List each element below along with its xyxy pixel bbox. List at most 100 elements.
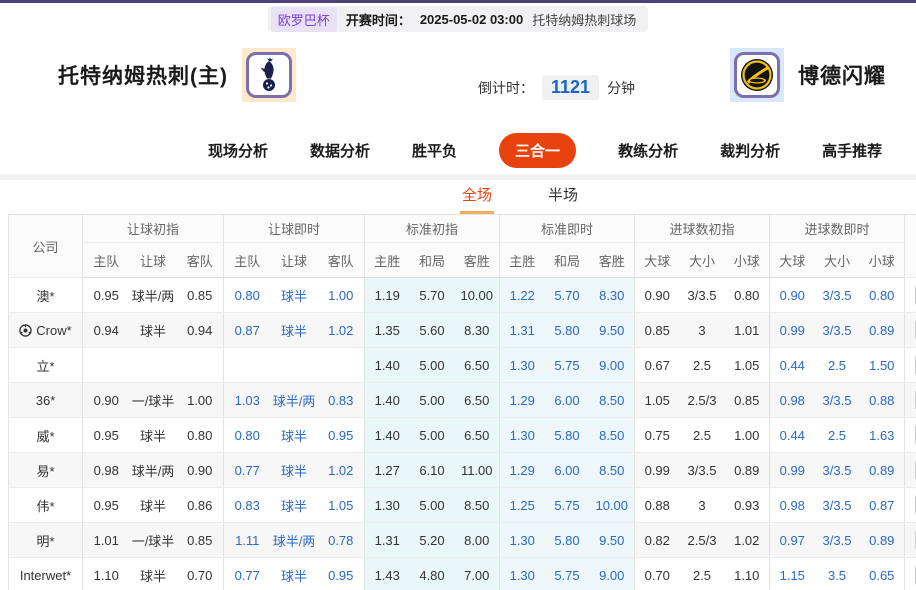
- odds-cell[interactable]: 0.80: [860, 278, 905, 313]
- odds-cell[interactable]: 0.85: [635, 313, 680, 348]
- odds-cell[interactable]: 8.00: [455, 523, 500, 558]
- odds-cell[interactable]: 0.89: [860, 523, 905, 558]
- odds-cell[interactable]: 0.95: [318, 418, 365, 453]
- odds-cell[interactable]: 3/3.5: [815, 383, 860, 418]
- odds-cell[interactable]: 0.95: [83, 418, 130, 453]
- odds-cell[interactable]: 4.80: [410, 558, 455, 590]
- odds-cell[interactable]: 1.10: [725, 558, 770, 590]
- odds-cell[interactable]: 5.75: [545, 488, 590, 523]
- odds-cell[interactable]: 0.80: [224, 418, 271, 453]
- odds-cell[interactable]: 球半: [271, 558, 318, 590]
- company-cell[interactable]: 36*: [9, 383, 83, 418]
- odds-cell[interactable]: 5.20: [410, 523, 455, 558]
- odds-cell[interactable]: 0.82: [635, 523, 680, 558]
- odds-cell[interactable]: 球半: [271, 313, 318, 348]
- odds-cell[interactable]: 0.44: [770, 348, 815, 383]
- odds-cell[interactable]: 1.30: [365, 488, 410, 523]
- odds-cell[interactable]: 1.03: [224, 383, 271, 418]
- odds-cell[interactable]: 0.85: [177, 523, 224, 558]
- odds-cell[interactable]: 0.85: [177, 278, 224, 313]
- odds-cell[interactable]: 5.00: [410, 383, 455, 418]
- odds-cell[interactable]: 0.78: [318, 523, 365, 558]
- odds-cell[interactable]: 1.05: [725, 348, 770, 383]
- odds-cell[interactable]: 6.00: [545, 453, 590, 488]
- odds-cell[interactable]: 0.87: [860, 488, 905, 523]
- odds-cell[interactable]: 6.50: [455, 348, 500, 383]
- nav-tab[interactable]: 教练分析: [618, 140, 678, 161]
- odds-cell[interactable]: [271, 348, 318, 383]
- odds-cell[interactable]: 3/3.5: [815, 313, 860, 348]
- odds-cell[interactable]: 6.10: [410, 453, 455, 488]
- odds-cell[interactable]: 0.77: [224, 558, 271, 590]
- odds-cell[interactable]: 0.98: [770, 383, 815, 418]
- odds-cell[interactable]: 8.30: [590, 278, 635, 313]
- odds-cell[interactable]: 1.30: [500, 558, 545, 590]
- odds-cell[interactable]: 1.10: [83, 558, 130, 590]
- odds-cell[interactable]: 7.00: [455, 558, 500, 590]
- odds-cell[interactable]: 1.31: [500, 313, 545, 348]
- odds-cell[interactable]: 11.00: [455, 453, 500, 488]
- odds-cell[interactable]: 8.50: [590, 418, 635, 453]
- odds-cell[interactable]: 3/3.5: [815, 523, 860, 558]
- odds-cell[interactable]: 0.77: [224, 453, 271, 488]
- odds-cell[interactable]: 0.80: [725, 278, 770, 313]
- odds-cell[interactable]: 1.30: [500, 523, 545, 558]
- odds-cell[interactable]: 0.94: [83, 313, 130, 348]
- odds-cell[interactable]: 2.5: [680, 558, 725, 590]
- odds-cell[interactable]: 1.00: [725, 418, 770, 453]
- odds-cell[interactable]: 0.80: [177, 418, 224, 453]
- odds-cell[interactable]: 球半: [271, 488, 318, 523]
- odds-cell[interactable]: 0.90: [177, 453, 224, 488]
- odds-cell[interactable]: 0.90: [635, 278, 680, 313]
- odds-cell[interactable]: 3/3.5: [815, 453, 860, 488]
- odds-cell[interactable]: 球半/两: [130, 453, 177, 488]
- odds-cell[interactable]: 0.95: [83, 488, 130, 523]
- nav-tab[interactable]: 现场分析: [208, 140, 268, 161]
- odds-cell[interactable]: 0.75: [635, 418, 680, 453]
- odds-cell[interactable]: 0.95: [83, 278, 130, 313]
- odds-cell[interactable]: 0.90: [770, 278, 815, 313]
- company-cell[interactable]: 明*: [9, 523, 83, 558]
- odds-cell[interactable]: 1.11: [224, 523, 271, 558]
- odds-cell[interactable]: 0.99: [770, 453, 815, 488]
- odds-cell[interactable]: 5.75: [545, 348, 590, 383]
- odds-cell[interactable]: 2.5: [815, 418, 860, 453]
- odds-cell[interactable]: 球半: [271, 418, 318, 453]
- odds-cell[interactable]: 0.98: [770, 488, 815, 523]
- odds-cell[interactable]: 6.50: [455, 418, 500, 453]
- odds-cell[interactable]: 0.44: [770, 418, 815, 453]
- odds-cell[interactable]: 1.43: [365, 558, 410, 590]
- subtab[interactable]: 半场: [546, 184, 580, 214]
- odds-cell[interactable]: 2.5/3: [680, 523, 725, 558]
- odds-cell[interactable]: 0.88: [860, 383, 905, 418]
- odds-cell[interactable]: 1.40: [365, 418, 410, 453]
- odds-cell[interactable]: 3/3.5: [680, 278, 725, 313]
- subtab[interactable]: 全场: [460, 184, 494, 214]
- odds-cell[interactable]: 0.86: [177, 488, 224, 523]
- nav-tab[interactable]: 胜平负: [412, 140, 457, 161]
- odds-cell[interactable]: 6.50: [455, 383, 500, 418]
- odds-cell[interactable]: 1.29: [500, 453, 545, 488]
- odds-cell[interactable]: 球半/两: [271, 383, 318, 418]
- odds-cell[interactable]: 0.70: [635, 558, 680, 590]
- odds-cell[interactable]: 9.00: [590, 558, 635, 590]
- odds-cell[interactable]: 1.27: [365, 453, 410, 488]
- odds-cell[interactable]: 1.05: [318, 488, 365, 523]
- odds-cell[interactable]: 球半: [130, 418, 177, 453]
- odds-cell[interactable]: 0.87: [224, 313, 271, 348]
- odds-cell[interactable]: 0.67: [635, 348, 680, 383]
- odds-cell[interactable]: 3/3.5: [815, 278, 860, 313]
- odds-cell[interactable]: 1.02: [318, 453, 365, 488]
- nav-tab[interactable]: 高手推荐: [822, 140, 882, 161]
- odds-cell[interactable]: 球半: [130, 488, 177, 523]
- odds-cell[interactable]: 0.99: [635, 453, 680, 488]
- odds-cell[interactable]: 2.5/3: [680, 383, 725, 418]
- odds-cell[interactable]: 1.63: [860, 418, 905, 453]
- odds-cell[interactable]: [83, 348, 130, 383]
- odds-cell[interactable]: 1.25: [500, 488, 545, 523]
- odds-cell[interactable]: 2.5: [680, 418, 725, 453]
- odds-cell[interactable]: 5.60: [410, 313, 455, 348]
- odds-cell[interactable]: 0.80: [224, 278, 271, 313]
- odds-cell[interactable]: 1.29: [500, 383, 545, 418]
- odds-cell[interactable]: 0.95: [318, 558, 365, 590]
